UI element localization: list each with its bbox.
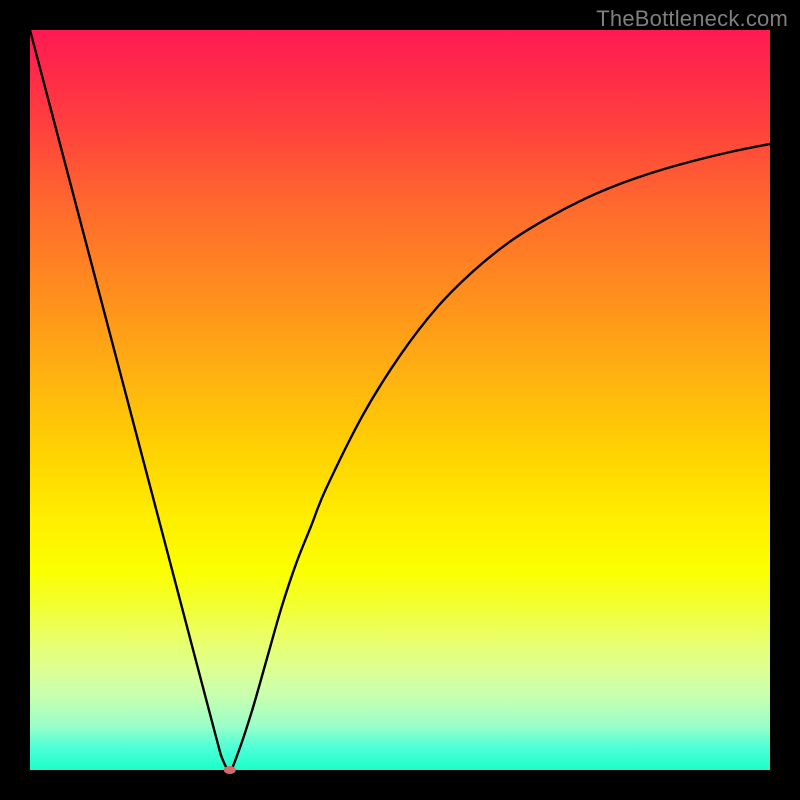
watermark-label: TheBottleneck.com <box>596 6 788 32</box>
chart-frame: TheBottleneck.com <box>0 0 800 800</box>
curve-path <box>30 30 770 770</box>
minimum-marker <box>224 766 236 774</box>
chart-svg <box>30 30 770 770</box>
plot-area <box>30 30 770 770</box>
